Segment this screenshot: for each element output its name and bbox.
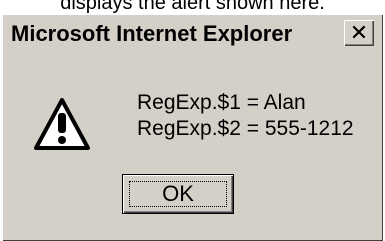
ok-button-label: OK [162,181,194,206]
warning-icon [34,98,90,150]
alert-message: RegExp.$1 = Alan RegExp.$2 = 555-1212 [137,90,354,142]
message-line-1: RegExp.$1 = Alan [137,91,306,114]
alert-dialog: Microsoft Internet Explorer ✕ RegExp.$1 … [2,14,383,241]
close-button[interactable]: ✕ [344,20,374,46]
dialog-titlebar: Microsoft Internet Explorer ✕ [5,17,380,51]
dialog-title: Microsoft Internet Explorer [11,21,293,46]
ok-button[interactable]: OK [122,174,234,214]
message-line-2: RegExp.$2 = 555-1212 [137,117,354,140]
